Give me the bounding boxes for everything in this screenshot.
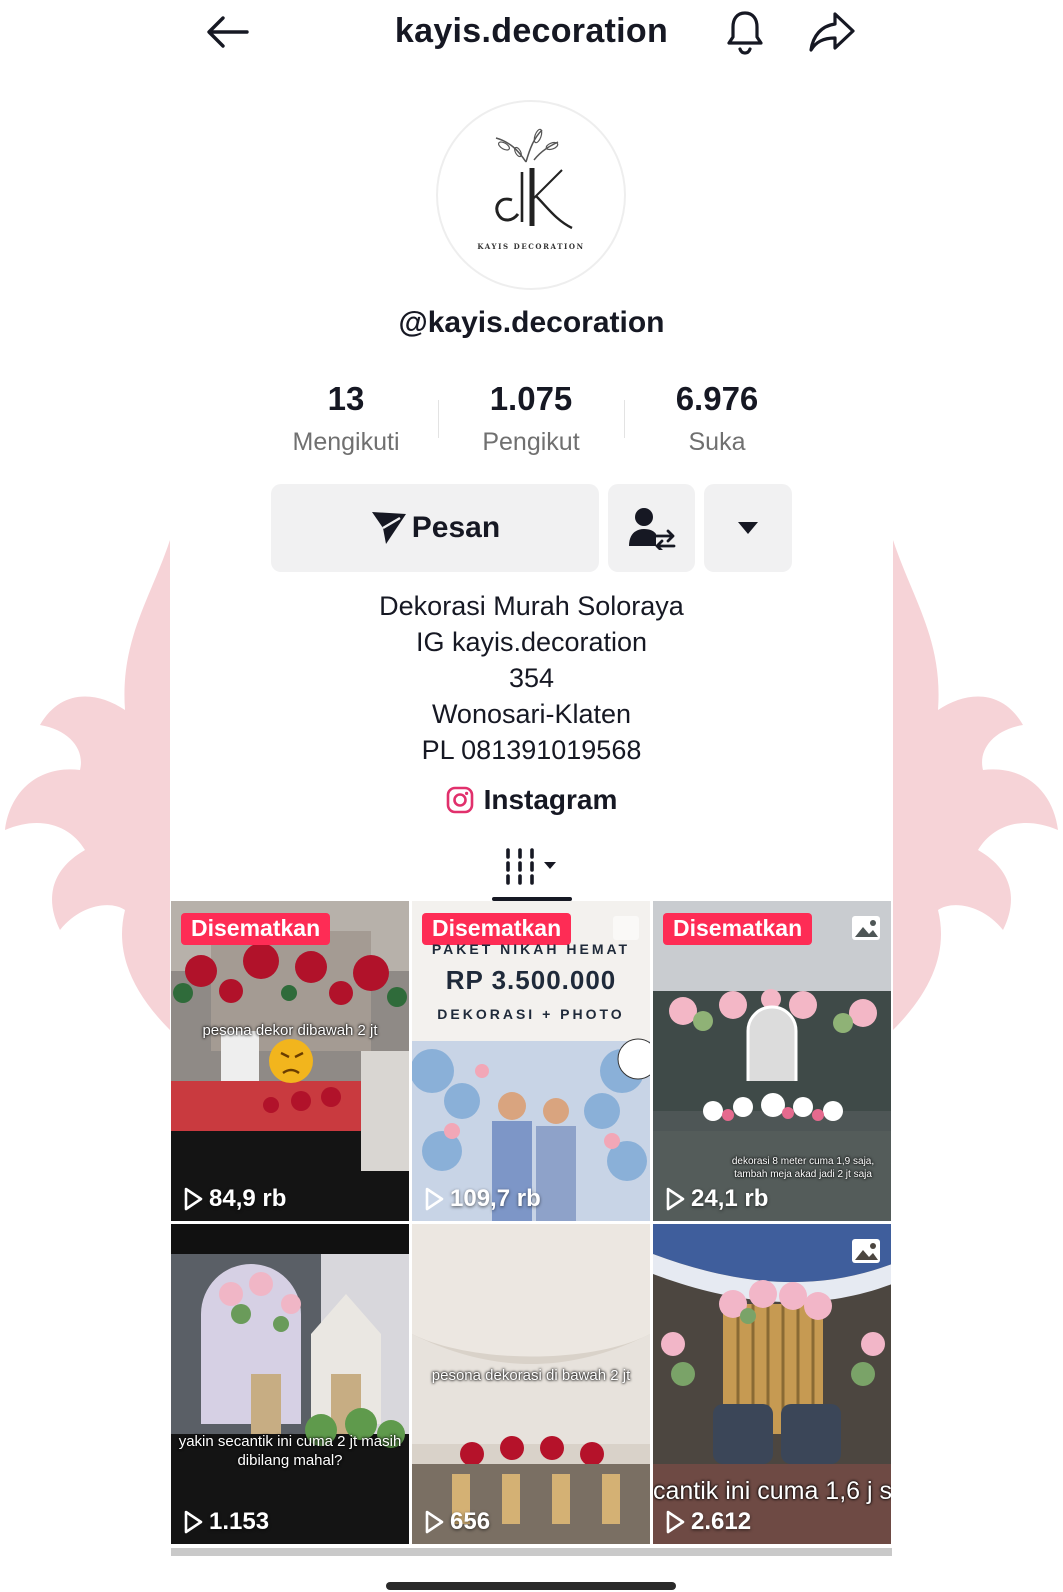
video-thumbnail[interactable]: Disematkan PAKET NIKAH HEMAT RP 3.500.00… xyxy=(412,901,650,1221)
tab-videos[interactable] xyxy=(490,836,572,896)
bio-line: IG kayis.decoration xyxy=(415,627,648,657)
bio-line: Dekorasi Murah Soloraya xyxy=(379,591,684,621)
stat-likes-value: 6.976 xyxy=(675,380,759,417)
video-grid: Disematkan pesona dekor dibawah 2 jt 84,… xyxy=(171,901,892,1546)
bio-line: Wonosari-Klaten xyxy=(431,699,632,729)
profile-username: @kayis.decoration xyxy=(398,306,665,339)
user-swap-icon xyxy=(628,508,675,550)
play-icon xyxy=(666,1510,685,1534)
logo-icon xyxy=(495,128,573,230)
view-count: 24,1 rb xyxy=(665,1185,768,1213)
caret-down-icon xyxy=(738,522,758,534)
send-icon xyxy=(371,512,406,544)
promo-text: PAKET NIKAH HEMAT RP 3.500.000 DEKORASI … xyxy=(412,941,650,1022)
view-count-value: 24,1 rb xyxy=(691,1185,769,1212)
thumbnail-image xyxy=(171,901,409,1221)
video-thumbnail[interactable]: yakin secantik ini cuma 2 jt masih dibil… xyxy=(171,1224,409,1544)
view-count-value: 2.612 xyxy=(691,1508,752,1535)
view-count: 84,9 rb xyxy=(183,1185,286,1213)
video-caption: pesona dekorasi di bawah 2 jt xyxy=(431,1367,631,1384)
video-caption: yakin secantik ini cuma 2 jt masih dibil… xyxy=(178,1433,402,1469)
play-icon xyxy=(184,1187,203,1211)
view-count: 2.612 xyxy=(665,1508,751,1536)
notification-button[interactable] xyxy=(718,6,772,58)
pinned-badge: Disematkan xyxy=(181,913,331,945)
stat-following-value: 13 xyxy=(327,380,365,417)
avatar[interactable]: KAYIS DECORATION xyxy=(436,100,626,290)
thumbnail-image xyxy=(171,1224,409,1544)
share-icon xyxy=(809,12,855,52)
pinned-badge: Disematkan xyxy=(663,913,813,945)
bio-line: PL 081391019568 xyxy=(421,735,642,765)
bell-icon xyxy=(727,11,763,55)
message-button[interactable]: Pesan xyxy=(271,484,599,572)
stat-likes-label: Suka xyxy=(688,428,746,456)
stat-followers-value: 1.075 xyxy=(489,380,573,417)
stat-following-label: Mengikuti xyxy=(292,428,400,456)
stat-following[interactable]: 13 Mengikuti xyxy=(256,380,436,457)
home-indicator[interactable] xyxy=(386,1582,676,1590)
play-icon xyxy=(425,1187,444,1211)
video-caption: dekorasi 8 meter cuma 1,9 saja, tambah m… xyxy=(731,1156,875,1180)
stat-followers[interactable]: 1.075 Pengikut xyxy=(441,380,621,457)
play-icon xyxy=(666,1187,685,1211)
share-button[interactable] xyxy=(804,6,860,58)
play-icon xyxy=(184,1510,203,1534)
stat-divider xyxy=(438,400,439,438)
video-thumbnail[interactable]: Disematkan pesona dekor dibawah 2 jt 84,… xyxy=(171,901,409,1221)
instagram-link[interactable]: Instagram xyxy=(0,784,1063,816)
instagram-icon xyxy=(446,786,473,814)
avatar-brand-text: KAYIS DECORATION xyxy=(477,242,585,251)
promo-price: RP 3.500.000 xyxy=(445,965,617,995)
video-caption: pesona dekor dibawah 2 jt xyxy=(202,1022,378,1039)
stat-likes[interactable]: 6.976 Suka xyxy=(627,380,807,457)
view-count-value: 109,7 rb xyxy=(450,1185,541,1212)
stat-followers-label: Pengikut xyxy=(482,428,580,456)
view-count: 656 xyxy=(424,1508,490,1536)
stat-divider xyxy=(624,400,625,438)
instagram-link-label: Instagram xyxy=(483,784,618,815)
video-thumbnail[interactable]: Disematkan dekorasi 8 meter cuma 1,9 saj… xyxy=(653,901,891,1221)
play-icon xyxy=(425,1510,444,1534)
profile-bio: Dekorasi Murah Soloraya IG kayis.decorat… xyxy=(0,588,1063,768)
message-button-label: Pesan xyxy=(411,511,501,544)
view-count-value: 1.153 xyxy=(209,1508,270,1535)
photo-icon xyxy=(851,915,881,946)
next-row-preview xyxy=(171,1548,892,1556)
page-title: kayis.decoration xyxy=(394,12,669,50)
view-count-value: 84,9 rb xyxy=(209,1185,287,1212)
video-thumbnail[interactable]: cantik ini cuma 1,6 j saja 2.612 xyxy=(653,1224,891,1544)
view-count: 109,7 rb xyxy=(424,1185,541,1213)
bio-line: 354 xyxy=(508,663,555,693)
photo-icon xyxy=(851,1238,881,1269)
more-options-button[interactable] xyxy=(704,484,792,572)
video-caption: cantik ini cuma 1,6 j saja xyxy=(653,1477,891,1505)
video-thumbnail[interactable]: pesona dekorasi di bawah 2 jt 656 xyxy=(412,1224,650,1544)
view-count: 1.153 xyxy=(183,1508,269,1536)
promo-subtitle: DEKORASI + PHOTO xyxy=(437,1006,625,1022)
promo-title: PAKET NIKAH HEMAT xyxy=(431,941,631,957)
view-count-value: 656 xyxy=(450,1508,491,1535)
suggested-accounts-button[interactable] xyxy=(608,484,695,572)
grid-icon xyxy=(506,848,556,885)
top-bar: kayis.decoration xyxy=(0,0,1063,66)
